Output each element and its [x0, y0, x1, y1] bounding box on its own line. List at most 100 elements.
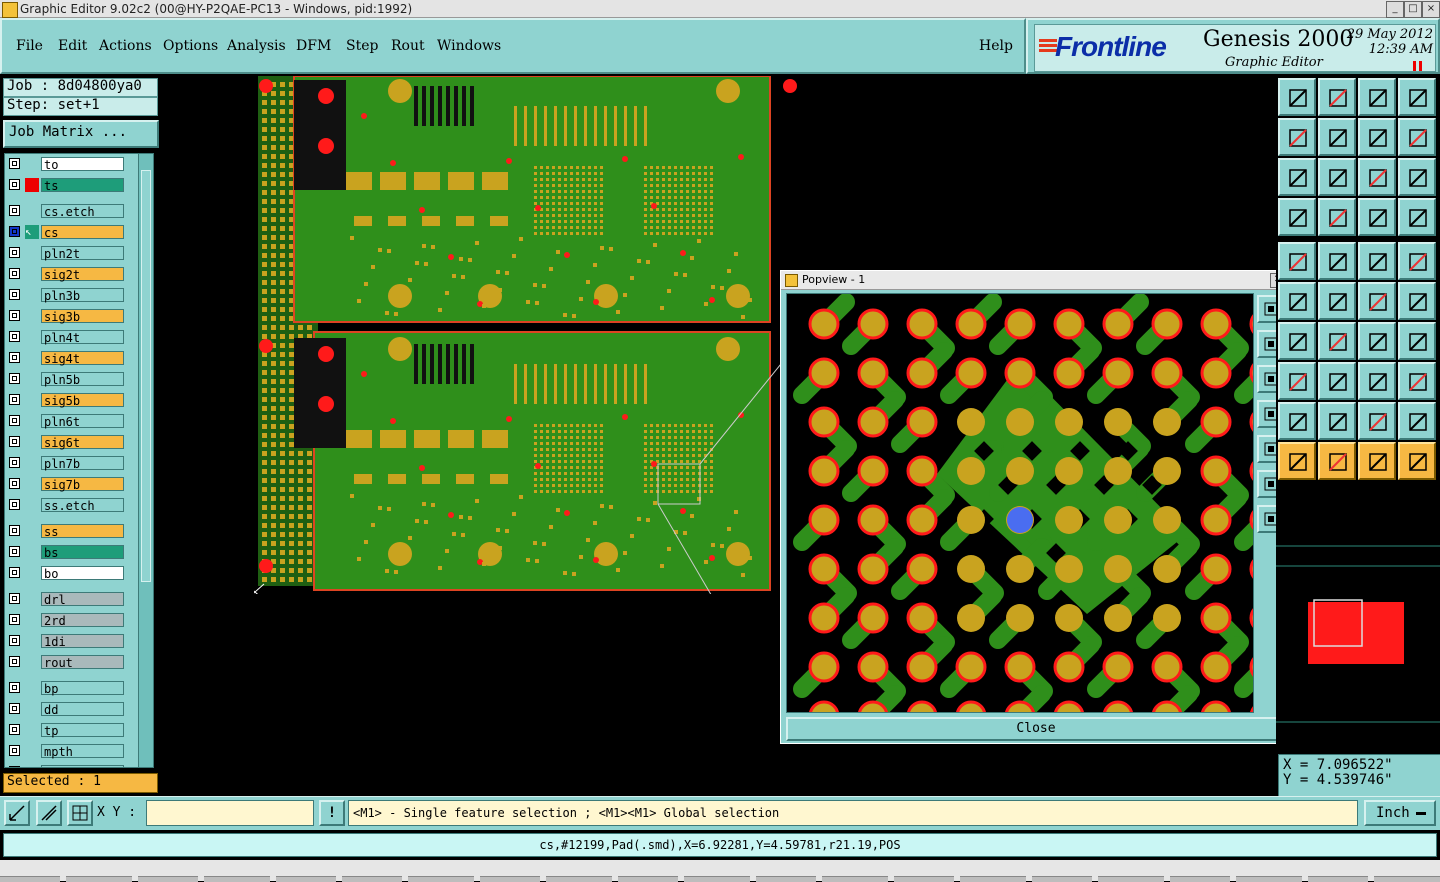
zoom-home-icon[interactable]: [1278, 78, 1316, 116]
menu-rout[interactable]: Rout: [391, 38, 425, 54]
layer-name[interactable]: sig7b: [41, 477, 124, 492]
popview-window[interactable]: Popview - 1 ✕ Close: [780, 270, 1290, 744]
layer-checkbox[interactable]: [9, 331, 20, 342]
layer-row-cvia[interactable]: cvia: [5, 764, 139, 767]
xy-input[interactable]: [146, 800, 314, 826]
zoom-window-icon[interactable]: [4, 800, 30, 826]
layer-checkbox[interactable]: [9, 226, 20, 237]
layer-row-sig5b[interactable]: sig5b: [5, 392, 139, 408]
job-matrix-button[interactable]: Job Matrix ...: [3, 120, 159, 148]
draw-line-icon[interactable]: [1358, 282, 1396, 320]
redraw-icon[interactable]: [1318, 78, 1356, 116]
connect-icon[interactable]: [1398, 442, 1436, 480]
layer-checkbox[interactable]: [9, 310, 20, 321]
layer-row-cs[interactable]: ↖ cs: [5, 224, 139, 240]
close-window-button[interactable]: ×: [1422, 1, 1440, 18]
layer-row-pln7b[interactable]: pln7b: [5, 455, 139, 471]
split-view-icon[interactable]: [1398, 78, 1436, 116]
layer-row-pln4t[interactable]: pln4t: [5, 329, 139, 345]
taskbar-item[interactable]: [204, 876, 270, 882]
taskbar-item[interactable]: [1098, 876, 1164, 882]
layer-name[interactable]: cs: [41, 225, 124, 240]
layer-checkbox[interactable]: [9, 766, 20, 767]
taskbar-item[interactable]: [1032, 876, 1092, 882]
layer-row-bs[interactable]: bs: [5, 544, 139, 560]
layer-checkbox[interactable]: [9, 415, 20, 426]
layer-checkbox[interactable]: [9, 394, 20, 405]
layer-name[interactable]: rout: [41, 655, 124, 670]
layer-name[interactable]: pln5b: [41, 372, 124, 387]
taskbar-item[interactable]: [408, 876, 474, 882]
taskbar-item[interactable]: [342, 876, 402, 882]
layer-row-sig3b[interactable]: sig3b: [5, 308, 139, 324]
layer-row-pln6t[interactable]: pln6t: [5, 413, 139, 429]
board-canvas[interactable]: [254, 76, 802, 594]
layer-row-rout[interactable]: rout: [5, 654, 139, 670]
taskbar-item[interactable]: [0, 876, 60, 882]
triangle-icon[interactable]: [1278, 402, 1316, 440]
layer-row-pln2t[interactable]: pln2t: [5, 245, 139, 261]
pan-left-icon[interactable]: [1278, 118, 1316, 156]
layer-name[interactable]: ts: [41, 178, 124, 193]
alert-icon[interactable]: !: [319, 800, 345, 826]
layer-name[interactable]: ss.etch: [41, 498, 124, 513]
layer-name[interactable]: bp: [41, 681, 124, 696]
menu-options[interactable]: Options: [163, 38, 218, 54]
layer-name[interactable]: pln7b: [41, 456, 124, 471]
layer-row-ss-etch[interactable]: ss.etch: [5, 497, 139, 513]
layer-row-sig4t[interactable]: sig4t: [5, 350, 139, 366]
draw-line-alt-icon[interactable]: [1398, 282, 1436, 320]
layer-checkbox[interactable]: [9, 436, 20, 447]
snap-center-icon[interactable]: [1398, 198, 1436, 236]
select-alt-icon[interactable]: [1318, 442, 1356, 480]
pan-right-icon[interactable]: [1318, 118, 1356, 156]
layer-row-drl[interactable]: drl: [5, 591, 139, 607]
layer-checkbox[interactable]: [9, 724, 20, 735]
home-view-icon[interactable]: [1358, 78, 1396, 116]
layer-name[interactable]: pln2t: [41, 246, 124, 261]
taskbar-item[interactable]: [756, 876, 816, 882]
layer-checkbox[interactable]: [9, 567, 20, 578]
snap-points-icon[interactable]: [1358, 198, 1396, 236]
layer-row-tp[interactable]: tp: [5, 722, 139, 738]
text-icon[interactable]: [1398, 322, 1436, 360]
help-icon[interactable]: [1398, 158, 1436, 196]
layer-checkbox[interactable]: [9, 158, 20, 169]
layer-row-sig7b[interactable]: sig7b: [5, 476, 139, 492]
measure-alt-icon[interactable]: [1398, 402, 1436, 440]
net-probe-icon[interactable]: [1318, 198, 1356, 236]
minimize-button[interactable]: _: [1386, 1, 1404, 18]
polygon-icon[interactable]: [1318, 402, 1356, 440]
layer-row-2rd[interactable]: 2rd: [5, 612, 139, 628]
taskbar-item[interactable]: [66, 876, 132, 882]
taskbar-item[interactable]: [1374, 876, 1440, 882]
layer-checkbox[interactable]: [9, 593, 20, 604]
slash-icon[interactable]: [1318, 322, 1356, 360]
taskbar-item[interactable]: [1170, 876, 1230, 882]
layer-row-sig6t[interactable]: sig6t: [5, 434, 139, 450]
layer-list-scrollbar[interactable]: [138, 153, 154, 768]
layer-checkbox[interactable]: [9, 179, 20, 190]
taskbar-item[interactable]: [138, 876, 198, 882]
layer-row-pln5b[interactable]: pln5b: [5, 371, 139, 387]
layer-row-to[interactable]: to: [5, 156, 139, 172]
zoom-center-icon[interactable]: [1318, 158, 1356, 196]
taskbar-item[interactable]: [684, 876, 750, 882]
ruler-icon[interactable]: [1358, 242, 1396, 280]
layer-name[interactable]: pln3b: [41, 288, 124, 303]
popview-bga-view[interactable]: [787, 294, 1253, 712]
layer-name[interactable]: bo: [41, 566, 124, 581]
measure-arc-icon[interactable]: [1358, 402, 1396, 440]
scrollbar-thumb[interactable]: [141, 170, 151, 582]
layer-name[interactable]: sig4t: [41, 351, 124, 366]
layer-name[interactable]: sig2t: [41, 267, 124, 282]
layer-name[interactable]: mpth: [41, 744, 124, 759]
menu-help[interactable]: Help: [979, 38, 1013, 54]
scale-1to2-icon[interactable]: [1358, 158, 1396, 196]
taskbar-item[interactable]: [1236, 876, 1302, 882]
settings-icon[interactable]: [1278, 198, 1316, 236]
menu-analysis[interactable]: Analysis: [227, 38, 286, 54]
layer-checkbox[interactable]: [9, 352, 20, 363]
layer-name[interactable]: dd: [41, 702, 124, 717]
taskbar-item[interactable]: [1308, 876, 1368, 882]
